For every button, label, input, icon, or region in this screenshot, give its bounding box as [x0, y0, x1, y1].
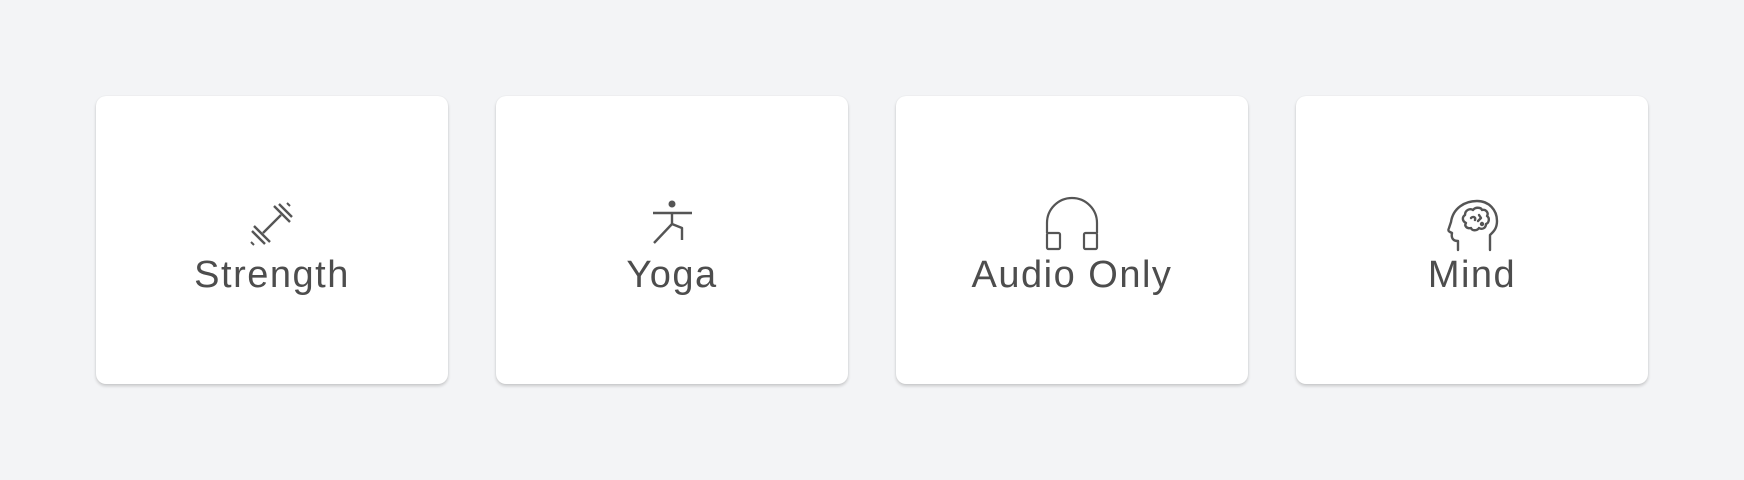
category-label-mind: Mind: [1427, 254, 1517, 296]
yoga-pose-icon: [644, 196, 700, 252]
category-label-audio-only: Audio Only: [971, 254, 1173, 296]
category-label-strength: Strength: [194, 254, 350, 296]
category-card-strength[interactable]: Strength: [96, 96, 448, 384]
dumbbell-icon: [244, 196, 300, 252]
headphones-icon: [1044, 196, 1100, 252]
category-card-mind[interactable]: Mind: [1296, 96, 1648, 384]
category-card-row: Strength Yoga Audio Only Mind: [96, 96, 1648, 384]
category-label-yoga: Yoga: [626, 254, 718, 296]
head-brain-icon: [1444, 196, 1500, 252]
category-card-yoga[interactable]: Yoga: [496, 96, 848, 384]
category-card-audio-only[interactable]: Audio Only: [896, 96, 1248, 384]
